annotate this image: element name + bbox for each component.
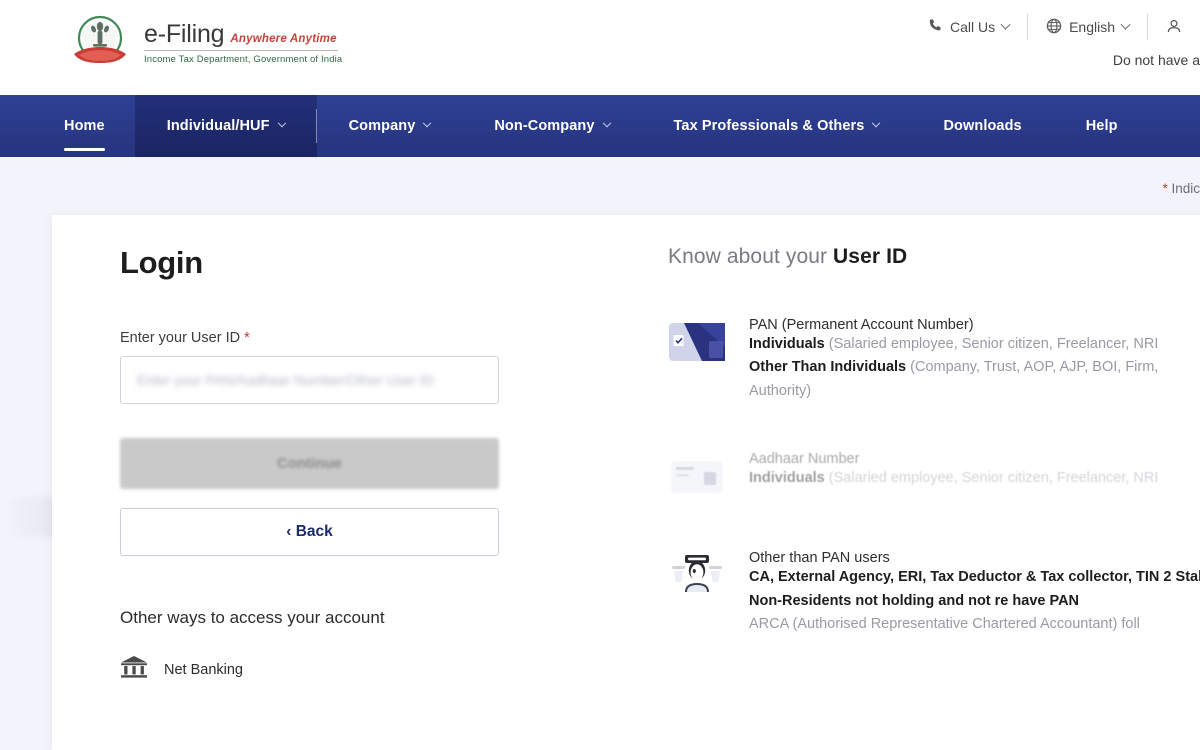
userid-placeholder: Enter your PAN/Aadhaar Number/Other User… [137,372,434,388]
nav-item-company[interactable]: Company [317,95,463,157]
know-item-line: Other Than Individuals (Company, Trust, … [749,356,1200,379]
brand-text: e-Filing Anywhere Anytime Income Tax Dep… [144,20,342,65]
userid-label-text: Enter your User ID [120,330,245,346]
know-about-heading-prefix: Know about your [668,245,834,268]
know-item-line-text: (Salaried employee, Senior citizen, Free… [824,336,1159,352]
top-utilities: Call Us English [910,14,1200,40]
know-item-line-text: (Company, Trust, AOP, AJP, BOI, Firm, [906,359,1159,376]
mandatory-fields-note: * Indic [1162,181,1200,196]
know-item-line-text: Authority) [749,382,812,399]
know-item-line: Authority) [749,380,1200,403]
brand-divider [144,49,338,51]
nav-item-downloads[interactable]: Downloads [911,95,1053,157]
know-item-line-strong: Other Than Individuals [749,359,907,376]
nav-item-label: Individual/HUF [166,118,270,134]
pan-card-icon [668,317,730,368]
know-item-title: Other than PAN users [749,550,890,567]
nav-item-non-company[interactable]: Non-Company [462,95,641,157]
other-ways-heading: Other ways to access your account [120,608,385,627]
know-about-userid-panel: Know about your User ID PAN (Permanent A… [668,245,1200,637]
know-item-line-strong: Individuals [749,470,825,487]
required-asterisk: * [1162,181,1168,196]
nav-item-home[interactable]: Home [52,95,135,157]
userid-label: Enter your User ID * [120,330,520,346]
know-item-aadhaar: Aadhaar Number Individuals (Salaried emp… [668,451,1200,502]
know-item-tail: ARCA (Authorised Representative Chartere… [749,616,1140,633]
page-root: e-Filing Anywhere Anytime Income Tax Dep… [0,0,1200,750]
phone-icon [928,18,943,36]
register-prompt: Do not have a [1112,52,1200,68]
chevron-down-icon [423,118,432,128]
globe-icon [1046,18,1062,37]
nav-item-help[interactable]: Help [1054,95,1150,157]
utility-extra[interactable] [1148,18,1200,37]
support-agent-icon [668,550,730,605]
userid-field[interactable]: Enter your PAN/Aadhaar Number/Other User… [120,356,499,404]
login-card: Login Enter your User ID * Enter your PA… [52,215,1200,750]
chevron-down-icon [1120,19,1131,30]
know-item-line-strong: Individuals [749,336,825,352]
login-form: Login Enter your User ID * Enter your PA… [120,245,520,685]
know-item-body: Other than PAN users CA, External Agency… [749,550,1200,636]
india-emblem-icon [66,14,134,70]
know-item-title: PAN (Permanent Account Number) [749,317,974,333]
brand-tagline: Anywhere Anytime [230,32,337,45]
top-utility-bar: e-Filing Anywhere Anytime Income Tax Dep… [0,0,1200,95]
user-icon [1166,18,1182,37]
net-banking-label: Net Banking [164,661,243,678]
brand-logo[interactable]: e-Filing Anywhere Anytime Income Tax Dep… [0,0,342,70]
know-about-heading: Know about your User ID [668,245,1200,269]
language-menu[interactable]: English [1028,18,1147,37]
nav-item-tax-professionals[interactable]: Tax Professionals & Others [642,95,912,157]
know-item-other-than-pan: Other than PAN users CA, External Agency… [668,550,1200,636]
page-content: * Indic Login Enter your User ID * Enter… [0,157,1200,750]
page-title: Login [120,245,203,280]
know-item-body: PAN (Permanent Account Number) Individua… [749,317,1200,403]
know-item-line-text: (Salaried employee, Senior citizen, Free… [824,470,1159,487]
nav-item-label: Company [348,118,416,134]
chevron-down-icon [277,118,286,128]
continue-button[interactable]: Continue [120,438,499,489]
know-item-body: Aadhaar Number Individuals (Salaried emp… [749,451,1200,490]
mandatory-note-text: Indic [1171,181,1200,196]
language-label: English [1069,19,1115,35]
call-us-menu[interactable]: Call Us [910,18,1027,36]
know-item-title: Aadhaar Number [749,451,860,468]
aadhaar-card-icon [668,451,730,502]
brand-department: Income Tax Department, Government of Ind… [144,53,343,65]
nav-item-individual-huf[interactable]: Individual/HUF [134,95,317,157]
know-item-line: Individuals (Salaried employee, Senior c… [749,333,1200,356]
know-item-pan: PAN (Permanent Account Number) Individua… [668,317,1200,403]
chevron-down-icon [602,118,611,128]
nav-item-label: Home [64,118,105,134]
chevron-down-icon [872,118,881,128]
nav-item-label: Help [1085,118,1118,134]
bank-building-icon [120,654,148,685]
know-about-heading-strong: User ID [833,245,908,268]
brand-name: e-Filing [144,19,225,48]
know-item-line: Individuals (Salaried employee, Senior c… [749,467,1200,490]
know-item-bold-block: CA, External Agency, ERI, Tax Deductor &… [749,569,1200,609]
back-button[interactable]: ‹ Back [120,508,499,556]
required-asterisk: * [244,330,250,346]
net-banking-option[interactable]: Net Banking [120,654,520,685]
chevron-down-icon [1000,19,1011,30]
call-us-label: Call Us [949,19,996,35]
nav-item-label: Non-Company [494,118,595,134]
main-navigation: Home Individual/HUF Company Non-Company … [0,95,1200,157]
nav-item-label: Downloads [943,118,1022,134]
nav-item-label: Tax Professionals & Others [673,118,865,134]
